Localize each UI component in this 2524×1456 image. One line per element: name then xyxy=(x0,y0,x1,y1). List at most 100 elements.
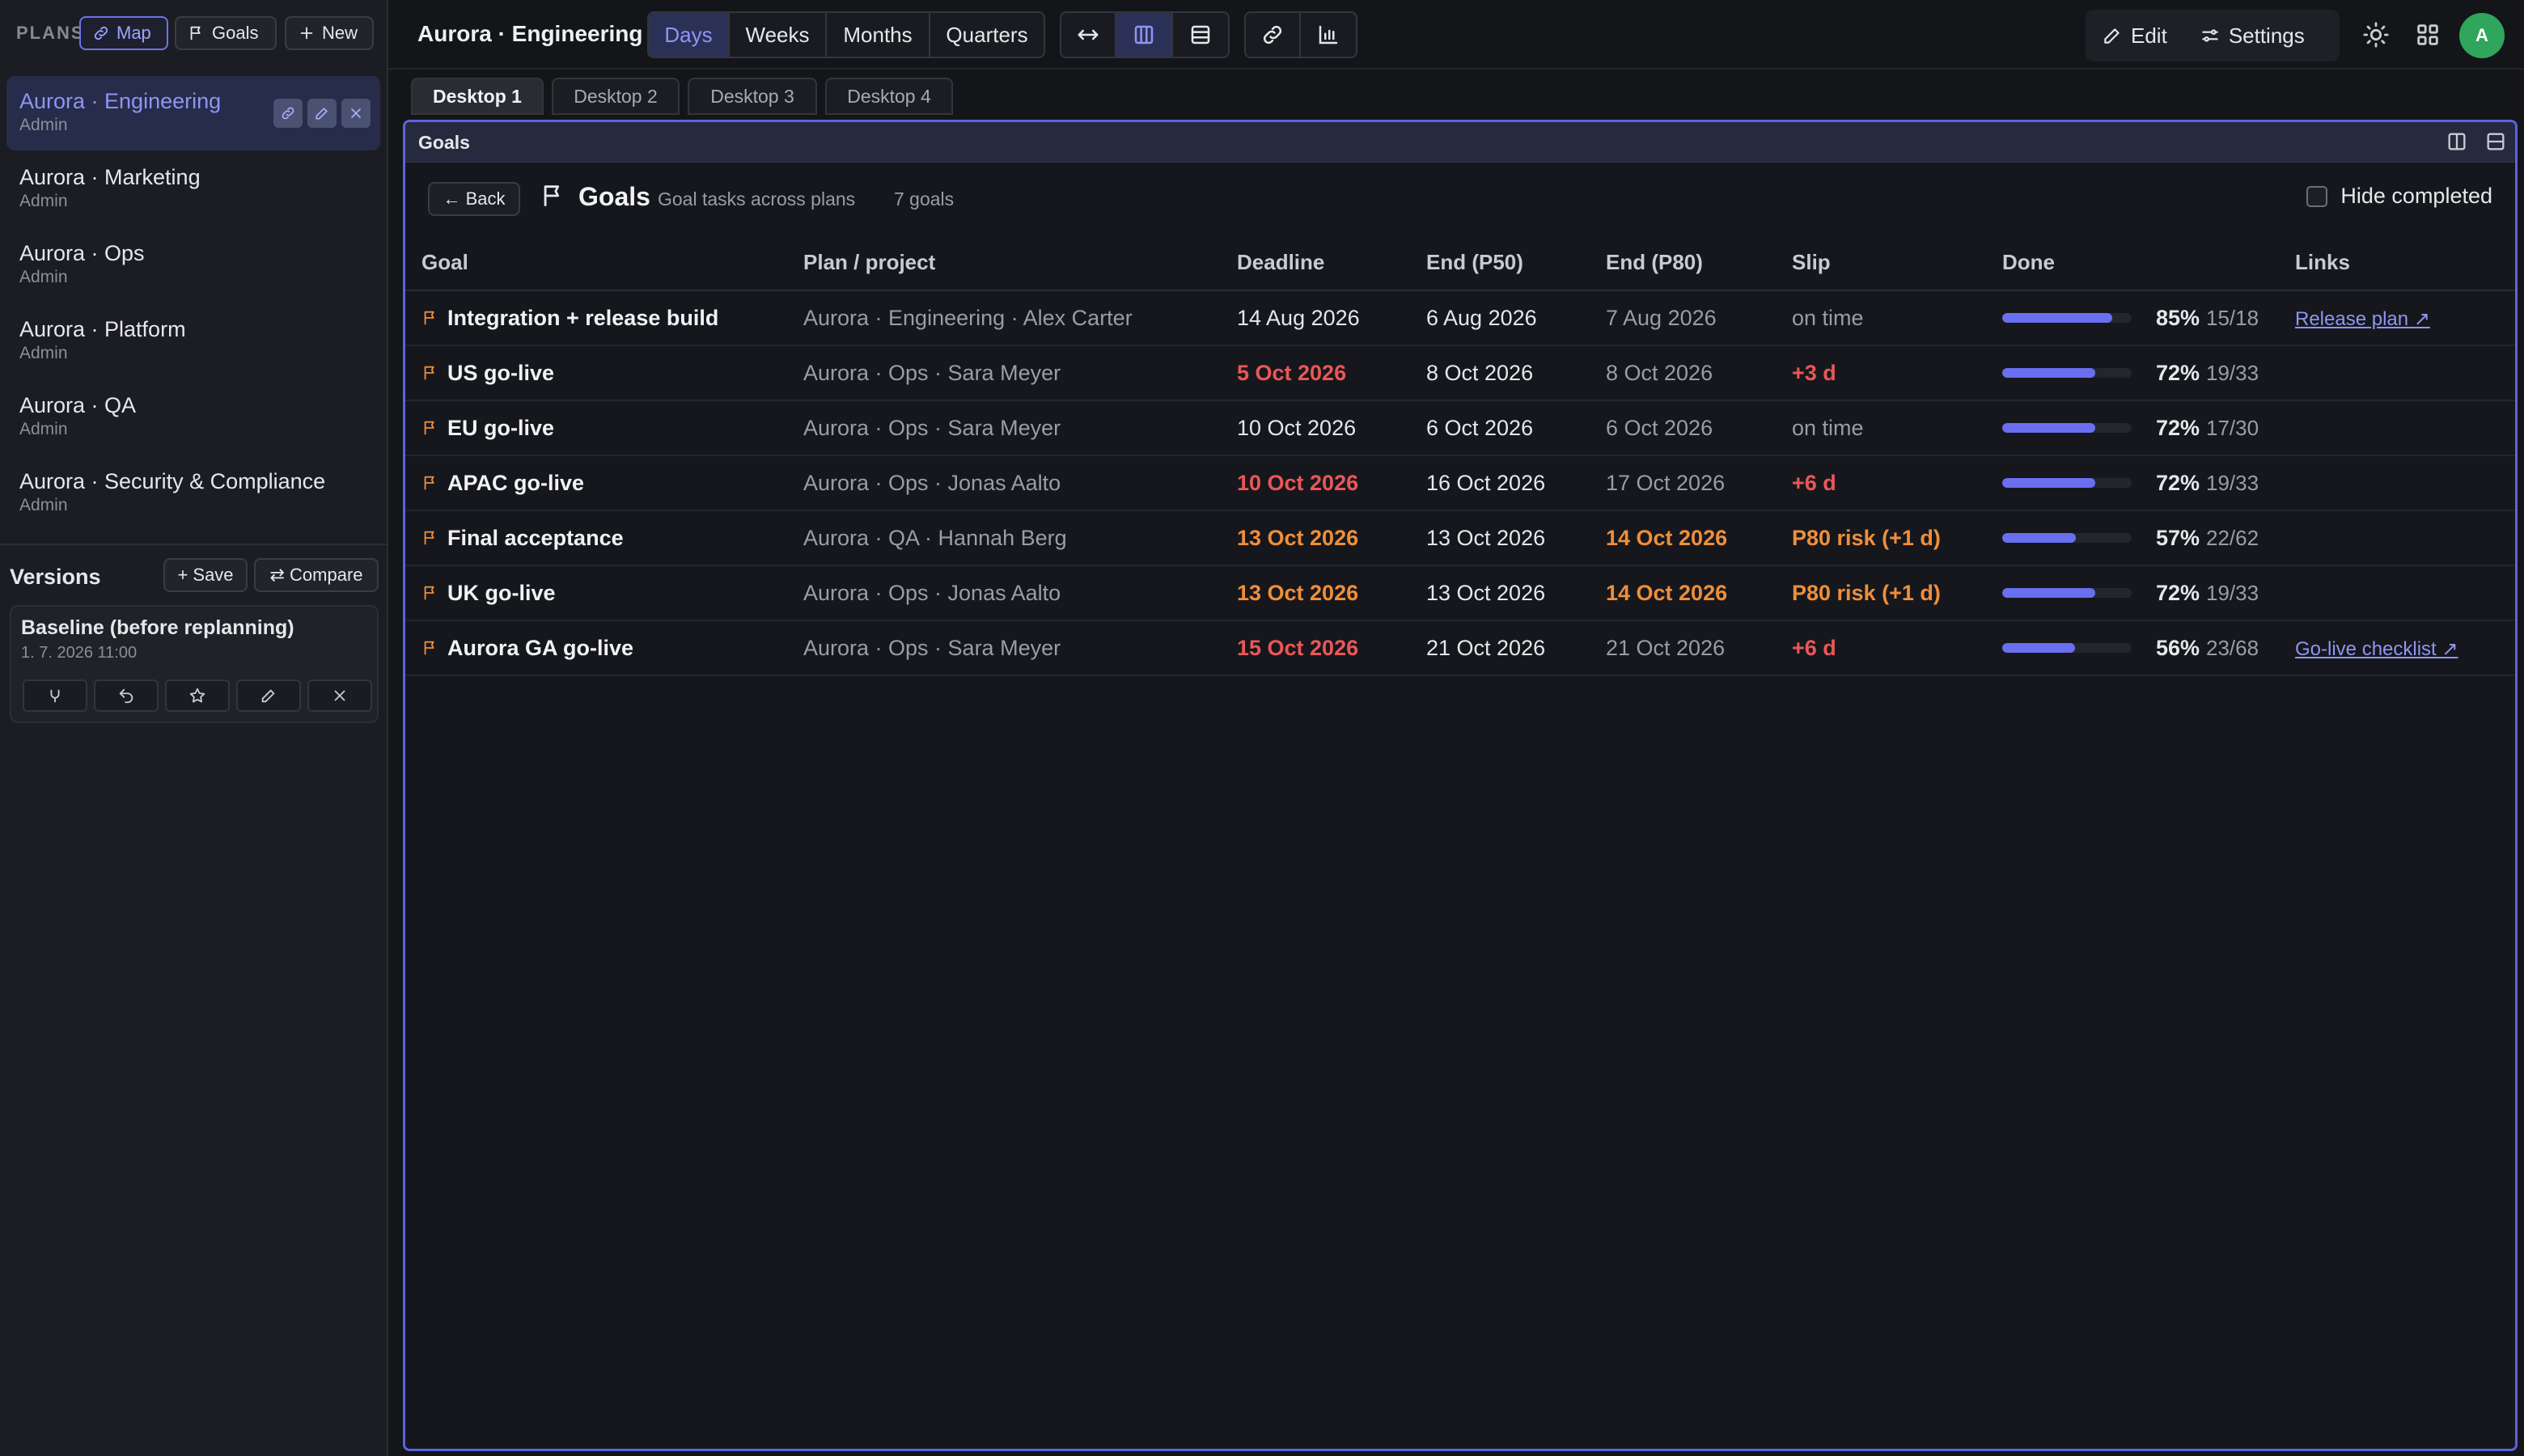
edit-button[interactable]: Edit xyxy=(2086,10,2183,61)
table-row[interactable]: Aurora GA go-live Aurora · Ops · Sara Mey… xyxy=(405,620,2515,676)
flag-icon xyxy=(424,476,434,490)
avatar[interactable]: A xyxy=(2459,13,2505,58)
delete-version-button[interactable] xyxy=(307,679,372,712)
table-header-row: Goal Plan / project Deadline End (P50) End (… xyxy=(405,235,2515,291)
column-header[interactable]: Slip xyxy=(1776,235,1986,291)
done-percent: 72% xyxy=(2155,360,2200,385)
table-row[interactable]: Final acceptance Aurora · QA · Hannah Ber… xyxy=(405,510,2515,566)
column-header[interactable]: End (P50) xyxy=(1410,235,1590,291)
goal-link[interactable]: Release plan ↗ xyxy=(2295,308,2430,330)
zoom-option-days[interactable]: Days xyxy=(649,13,730,57)
column-header[interactable]: Links xyxy=(2279,235,2515,291)
link-icon xyxy=(94,26,108,40)
remove-plan-button[interactable] xyxy=(341,99,371,128)
done-cell: 72% 19/33 xyxy=(1986,455,2279,511)
plan-project-cell: Aurora · Ops · Sara Meyer xyxy=(787,345,1221,401)
restore-version-button[interactable] xyxy=(94,679,159,712)
hide-completed-toggle[interactable]: Hide completed xyxy=(2306,184,2492,209)
tab-desktop-2[interactable]: Desktop 2 xyxy=(552,78,680,115)
tab-desktop-1[interactable]: Desktop 1 xyxy=(411,78,544,115)
links-button[interactable] xyxy=(1246,13,1301,57)
done-wrap: 72% 19/33 xyxy=(2002,581,2279,606)
back-button[interactable]: ← Back xyxy=(428,182,520,216)
done-cell: 56% 23/68 xyxy=(1986,620,2279,676)
column-header[interactable]: Plan / project xyxy=(787,235,1221,291)
progress-bar xyxy=(2002,368,2132,378)
star-version-button[interactable] xyxy=(165,679,230,712)
links-cell xyxy=(2279,565,2515,621)
save-version-button[interactable]: + Save xyxy=(163,558,248,592)
apps-grid-icon[interactable] xyxy=(2414,21,2441,49)
column-header[interactable]: End (P80) xyxy=(1590,235,1776,291)
goal-cell: EU go-live xyxy=(405,400,787,456)
flag-icon xyxy=(424,531,434,545)
map-button[interactable]: Map xyxy=(79,16,168,50)
goal-name-wrap: US go-live xyxy=(421,361,787,386)
plan-item[interactable]: Aurora · Ops Admin xyxy=(6,228,380,303)
link-icon xyxy=(1263,25,1282,44)
theme-toggle-sun-icon[interactable] xyxy=(2362,21,2390,49)
columns-icon xyxy=(1134,25,1154,44)
rows-view-button[interactable] xyxy=(1173,13,1228,57)
plan-item[interactable]: Aurora · Platform Admin xyxy=(6,304,380,379)
table-row[interactable]: APAC go-live Aurora · Ops · Jonas Aalto 10… xyxy=(405,455,2515,511)
share-plan-button[interactable] xyxy=(273,99,303,128)
plan-item[interactable]: Aurora · Engineering Admin xyxy=(6,76,380,150)
table-row[interactable]: US go-live Aurora · Ops · Sara Meyer 5 Oct… xyxy=(405,345,2515,401)
end-p50-cell: 13 Oct 2026 xyxy=(1410,510,1590,566)
undo-icon xyxy=(119,688,133,704)
tab-desktop-4[interactable]: Desktop 4 xyxy=(825,78,953,115)
zoom-option-quarters[interactable]: Quarters xyxy=(930,13,1044,57)
table-row[interactable]: EU go-live Aurora · Ops · Sara Meyer 10 Oc… xyxy=(405,400,2515,456)
bar-chart-icon xyxy=(1319,25,1338,44)
plan-item[interactable]: Aurora · QA Admin xyxy=(6,380,380,455)
plan-list: Aurora · Engineering Admin Aurora · Market… xyxy=(6,76,380,532)
done-fraction: 19/33 xyxy=(2206,360,2259,385)
close-icon xyxy=(334,690,345,701)
edit-plan-button[interactable] xyxy=(307,99,337,128)
goal-name: UK go-live xyxy=(447,580,556,605)
top-bar: Aurora · Engineering Days Weeks Months Quar… xyxy=(388,0,2524,70)
done-fraction: 17/30 xyxy=(2206,415,2259,440)
column-header[interactable]: Done xyxy=(1986,235,2279,291)
table-row[interactable]: Integration + release build Aurora · Engi… xyxy=(405,290,2515,346)
table-row[interactable]: UK go-live Aurora · Ops · Jonas Aalto 13 O… xyxy=(405,565,2515,621)
done-percent: 72% xyxy=(2155,580,2200,605)
desktop-tabs: Desktop 1 Desktop 2 Desktop 3 Desktop 4 xyxy=(411,78,953,116)
slip-cell: on time xyxy=(1776,290,1986,346)
progress-fill xyxy=(2002,313,2112,323)
plan-item[interactable]: Aurora · Security & Compliance Admin xyxy=(6,456,380,531)
column-header[interactable]: Deadline xyxy=(1221,235,1410,291)
done-cell: 72% 19/33 xyxy=(1986,345,2279,401)
zoom-option-months[interactable]: Months xyxy=(827,13,930,57)
plan-item[interactable]: Aurora · Marketing Admin xyxy=(6,152,380,226)
end-p80-cell: 14 Oct 2026 xyxy=(1590,510,1776,566)
goals-button[interactable]: Goals xyxy=(175,16,277,50)
settings-button[interactable]: Settings xyxy=(2183,10,2321,61)
slip-cell: on time xyxy=(1776,400,1986,456)
zoom-option-weeks[interactable]: Weeks xyxy=(730,13,827,57)
statistics-button[interactable] xyxy=(1301,13,1356,57)
compare-versions-button[interactable]: ⇄ Compare xyxy=(254,558,379,592)
version-card[interactable]: Baseline (before replanning) 1. 7. 2026 … xyxy=(10,605,379,723)
branch-version-button[interactable] xyxy=(23,679,87,712)
done-percent: 56% xyxy=(2155,635,2200,660)
settings-label: Settings xyxy=(2228,23,2305,48)
goal-cell: Final acceptance xyxy=(405,510,787,566)
split-horizontal-icon[interactable] xyxy=(2484,130,2507,153)
hide-completed-checkbox[interactable] xyxy=(2306,185,2328,207)
fit-width-button[interactable] xyxy=(1061,13,1116,57)
split-vertical-icon[interactable] xyxy=(2446,130,2468,153)
goal-link[interactable]: Go-live checklist ↗ xyxy=(2295,638,2458,660)
rename-version-button[interactable] xyxy=(236,679,301,712)
goals-table: Goal Plan / project Deadline End (P50) End (… xyxy=(405,235,2515,676)
links-cell xyxy=(2279,345,2515,401)
end-p50-cell: 16 Oct 2026 xyxy=(1410,455,1590,511)
column-header[interactable]: Goal xyxy=(405,235,787,291)
columns-view-button[interactable] xyxy=(1116,13,1173,57)
edit-settings-group: Edit Settings xyxy=(2086,10,2340,61)
goal-cell: US go-live xyxy=(405,345,787,401)
new-plan-button[interactable]: New xyxy=(285,16,374,50)
done-fraction: 15/18 xyxy=(2206,305,2259,330)
tab-desktop-3[interactable]: Desktop 3 xyxy=(688,78,817,115)
